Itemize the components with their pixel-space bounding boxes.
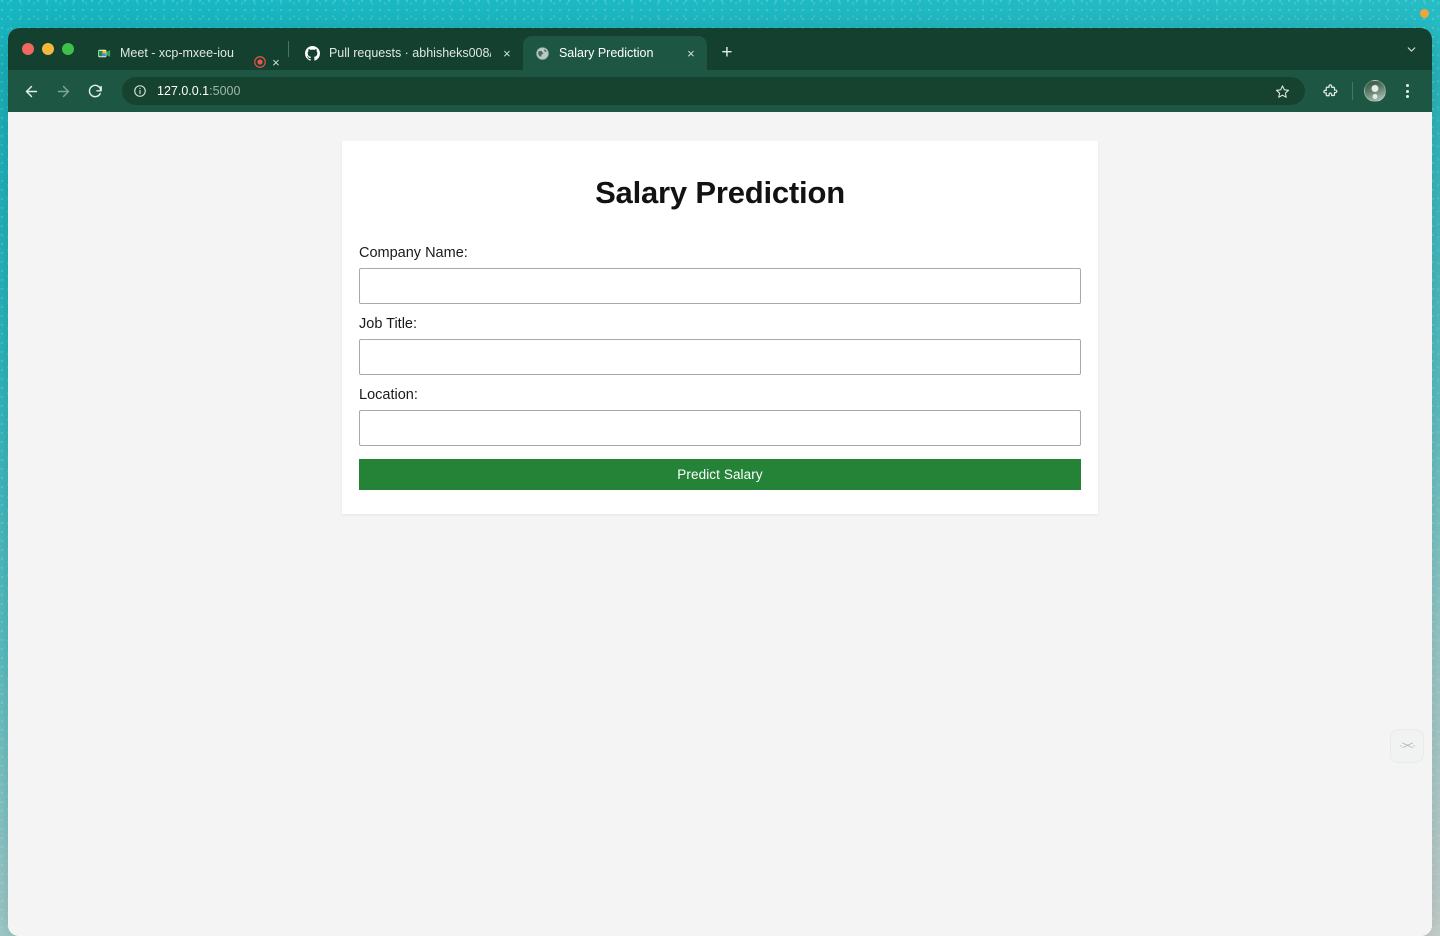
tab-salary-prediction[interactable]: Salary Prediction × <box>522 36 707 70</box>
new-tab-button[interactable]: + <box>713 39 741 67</box>
window-maximize-button[interactable] <box>62 43 74 55</box>
forward-button[interactable] <box>48 76 78 106</box>
globe-icon <box>535 45 551 61</box>
kebab-menu-icon[interactable] <box>1392 76 1422 106</box>
browser-toolbar: 127.0.0.1:5000 <box>8 70 1432 112</box>
back-button[interactable] <box>16 76 46 106</box>
tab-list: Meet - xcp-mxee-iou × Pull requests · ab… <box>84 28 1398 70</box>
salary-prediction-form: Company Name: Job Title: Location: Predi… <box>359 245 1081 490</box>
wallpaper-accent-dot <box>1420 9 1429 18</box>
recording-icon[interactable] <box>252 54 268 70</box>
floating-assistant-widget[interactable]: ·><· <box>1390 729 1424 763</box>
window-close-button[interactable] <box>22 43 34 55</box>
tab-pull-requests[interactable]: Pull requests · abhisheks008/ × <box>293 36 523 70</box>
avatar-icon[interactable] <box>1360 76 1390 106</box>
browser-window: Meet - xcp-mxee-iou × Pull requests · ab… <box>8 28 1432 936</box>
tab-meet[interactable]: Meet - xcp-mxee-iou <box>84 36 242 70</box>
toolbar-divider <box>1352 82 1353 100</box>
tab-close-meet[interactable]: × <box>268 54 284 70</box>
tab-divider <box>287 41 289 57</box>
tab-close-pull-requests[interactable]: × <box>499 45 515 61</box>
page-viewport: Salary Prediction Company Name: Job Titl… <box>8 112 1432 936</box>
floating-widget-face-icon: ·><· <box>1398 740 1416 752</box>
tab-strip: Meet - xcp-mxee-iou × Pull requests · ab… <box>8 28 1432 70</box>
job-title-input[interactable] <box>359 339 1081 375</box>
tab-title: Pull requests · abhisheks008/ <box>328 46 491 60</box>
address-bar[interactable]: 127.0.0.1:5000 <box>122 77 1305 105</box>
page-title: Salary Prediction <box>595 175 845 210</box>
avatar <box>1364 80 1386 102</box>
tab-title: Meet - xcp-mxee-iou <box>120 46 234 60</box>
tab-title: Salary Prediction <box>558 46 654 60</box>
github-icon <box>305 45 321 61</box>
url-text: 127.0.0.1:5000 <box>157 84 240 98</box>
field-job-title: Job Title: <box>359 316 1081 375</box>
star-icon[interactable] <box>1269 78 1295 104</box>
field-location: Location: <box>359 387 1081 446</box>
field-company-name: Company Name: <box>359 245 1081 304</box>
toolbar-right-actions <box>1315 76 1422 106</box>
predict-salary-button[interactable]: Predict Salary <box>359 459 1081 490</box>
url-host: 127.0.0.1 <box>157 84 210 98</box>
tabstrip-right-actions <box>1398 28 1432 70</box>
google-meet-icon <box>96 45 112 61</box>
salary-prediction-card: Salary Prediction Company Name: Job Titl… <box>342 141 1098 514</box>
location-label: Location: <box>359 387 418 403</box>
tab-close-salary-prediction[interactable]: × <box>683 45 699 61</box>
location-input[interactable] <box>359 410 1081 446</box>
reload-button[interactable] <box>80 76 110 106</box>
puzzle-icon[interactable] <box>1315 76 1345 106</box>
job-title-label: Job Title: <box>359 316 418 332</box>
company-name-input[interactable] <box>359 268 1081 304</box>
chevron-down-icon[interactable] <box>1398 36 1424 62</box>
url-port: :5000 <box>209 84 241 98</box>
window-minimize-button[interactable] <box>42 43 54 55</box>
company-name-label: Company Name: <box>359 245 468 261</box>
info-circle-icon[interactable] <box>132 83 148 99</box>
window-controls <box>16 28 84 70</box>
